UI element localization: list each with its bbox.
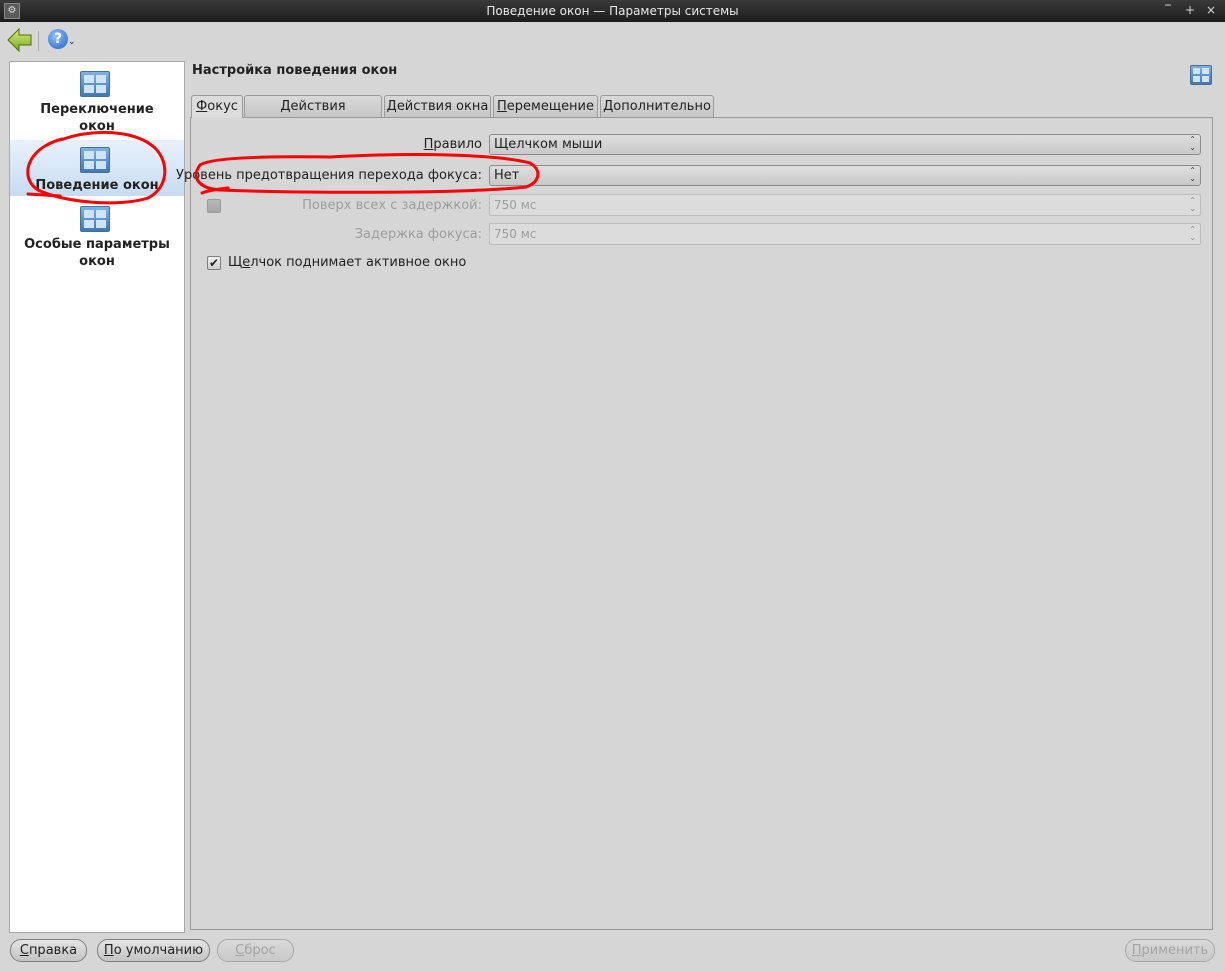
spin-arrows-icon: ⌃ ⌄ [1189,196,1196,213]
sidebar-item-label: окон [79,119,115,134]
back-button[interactable] [6,27,34,53]
delay-focus-label: Поверх всех с задержкой: [302,198,482,213]
help-menu-button[interactable]: ? ⌄ [46,27,78,53]
sidebar-item-label: Переключение [40,102,154,117]
sidebar-item-label: Поведение окон [35,178,159,193]
sidebar-item-label: Особые параметры [24,237,170,252]
focus-stealing-label: Уровень предотвращения перехода фокуса: [176,168,482,183]
apply-button[interactable]: Применить [1125,939,1215,962]
delay-focus-spinbox[interactable]: 750 мс ⌃ ⌄ [489,194,1201,216]
toolbar-separator [38,31,39,51]
delay-focus-checkbox[interactable] [207,199,221,213]
window-switching-icon [80,71,110,97]
spin-arrows-icon: ⌃ ⌄ [1189,225,1196,242]
close-button[interactable]: × [1203,2,1219,18]
policy-label: Правило [423,137,482,152]
help-icon: ? [48,29,68,49]
window-behavior-icon [80,147,110,173]
focus-stealing-combobox[interactable]: Нет ⌃ ⌄ [489,165,1201,186]
focus-delay-spinbox[interactable]: 750 мс ⌃ ⌄ [489,223,1201,245]
category-sidebar: Переключение окон Поведение окон Особые … [9,61,185,933]
tab-titlebar-actions[interactable]: Действия заголовка [244,95,382,135]
click-raise-label[interactable]: Щелчок поднимает активное окно [228,255,466,270]
reset-button[interactable]: Сброс [217,939,294,962]
back-arrow-icon [7,27,32,53]
toolbar: ? ⌄ [0,23,1225,57]
minimize-button[interactable]: ‾ [1160,2,1176,18]
sidebar-item-window-rules[interactable]: Особые параметры окон [10,198,184,274]
click-raise-checkbox[interactable]: ✔ [207,256,221,270]
window-title: Поведение окон — Параметры системы [486,4,739,18]
chevron-down-icon: ⌄ [68,37,76,47]
defaults-button[interactable]: По умолчанию [97,939,210,962]
maximize-button[interactable]: + [1182,2,1198,18]
page-title: Настройка поведения окон [192,63,398,78]
sidebar-item-window-behavior[interactable]: Поведение окон [10,140,184,196]
help-button[interactable]: Справка [10,939,87,962]
window-rules-icon [80,206,110,232]
policy-combobox[interactable]: Щелчком мыши ⌃ ⌄ [489,134,1201,155]
window-layout-icon[interactable] [1190,65,1214,87]
tab-moving[interactable]: Перемещение [493,95,598,117]
tab-window-actions[interactable]: Действия окна [384,95,491,117]
tab-focus[interactable]: Фокус [191,95,243,118]
combo-arrows-icon: ⌃ ⌄ [1189,166,1196,183]
sidebar-item-window-switching[interactable]: Переключение окон [10,62,184,139]
tab-advanced[interactable]: Дополнительно [600,95,714,117]
title-bar: ⚙ Поведение окон — Параметры системы ‾ +… [0,0,1225,22]
sidebar-item-label: окон [79,254,115,269]
combo-arrows-icon: ⌃ ⌄ [1189,135,1196,152]
focus-delay-label: Задержка фокуса: [354,227,482,242]
